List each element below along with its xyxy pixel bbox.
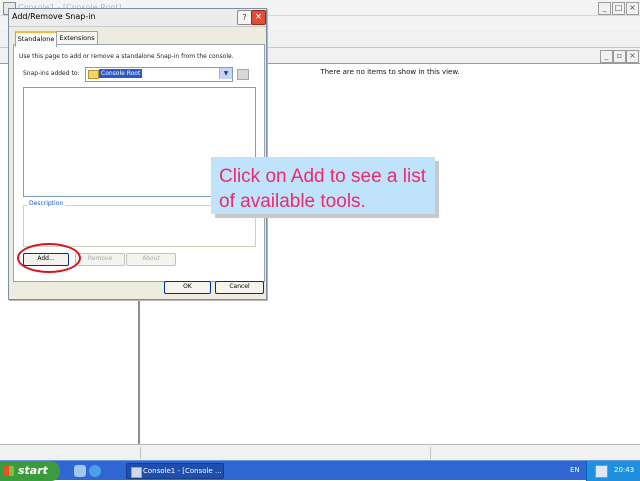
taskbar-item-console[interactable]: Console1 - [Console ... <box>126 463 224 479</box>
tab-extensions[interactable]: Extensions <box>56 31 98 45</box>
dialog-close-icon[interactable]: × <box>251 10 266 25</box>
status-separator <box>140 447 141 459</box>
snapins-added-to-value: Console Root <box>99 69 143 78</box>
about-button[interactable]: About <box>126 253 176 266</box>
mdi-minimize-icon[interactable]: _ <box>600 50 613 63</box>
mdi-close-icon[interactable]: × <box>626 50 639 63</box>
dialog-titlebar[interactable]: Add/Remove Snap-in ? × <box>9 9 266 27</box>
callout-text: Click on Add to see a list of available … <box>219 166 426 212</box>
maximize-icon[interactable]: □ <box>612 2 625 15</box>
windows-logo-icon <box>4 466 14 476</box>
instruction-text: Use this page to add or remove a standal… <box>19 53 234 60</box>
taskbar: start Console1 - [Console ... EN 20:43 <box>0 460 640 481</box>
network-icon[interactable] <box>595 465 608 478</box>
dialog-title: Add/Remove Snap-in <box>12 12 96 21</box>
close-icon[interactable]: × <box>626 2 639 15</box>
tutorial-callout: Click on Add to see a list of available … <box>211 157 435 214</box>
console-task-icon <box>131 467 142 478</box>
folder-icon <box>88 70 99 79</box>
show-desktop-icon[interactable] <box>74 465 86 477</box>
minimize-icon[interactable]: _ <box>598 2 611 15</box>
snapins-added-to-label: Snap-ins added to: <box>23 70 80 77</box>
remove-button[interactable]: Remove <box>75 253 125 266</box>
status-bar <box>0 444 640 460</box>
status-separator <box>430 447 431 459</box>
browse-folder-icon[interactable] <box>237 69 249 80</box>
taskbar-item-label: Console1 - [Console ... <box>143 467 222 475</box>
clock[interactable]: 20:43 <box>614 466 634 474</box>
cancel-button[interactable]: Cancel <box>215 281 264 294</box>
tab-standalone[interactable]: Standalone <box>15 31 57 47</box>
snapins-added-to-dropdown[interactable]: Console Root ▼ <box>85 67 233 82</box>
empty-view-message: There are no items to show in this view. <box>320 68 460 76</box>
help-icon[interactable]: ? <box>237 10 252 25</box>
start-button[interactable]: start <box>0 461 60 481</box>
description-label: Description <box>27 200 66 207</box>
add-remove-snapin-dialog: Add/Remove Snap-in ? × Standalone Extens… <box>8 8 267 300</box>
mdi-restore-icon[interactable]: ▫ <box>613 50 626 63</box>
system-tray: 20:43 <box>586 461 640 481</box>
internet-explorer-icon[interactable] <box>89 465 101 477</box>
start-label: start <box>18 464 48 477</box>
chevron-down-icon[interactable]: ▼ <box>219 68 232 79</box>
ok-button[interactable]: OK <box>164 281 211 294</box>
highlight-oval <box>17 243 81 273</box>
language-indicator[interactable]: EN <box>570 466 580 474</box>
